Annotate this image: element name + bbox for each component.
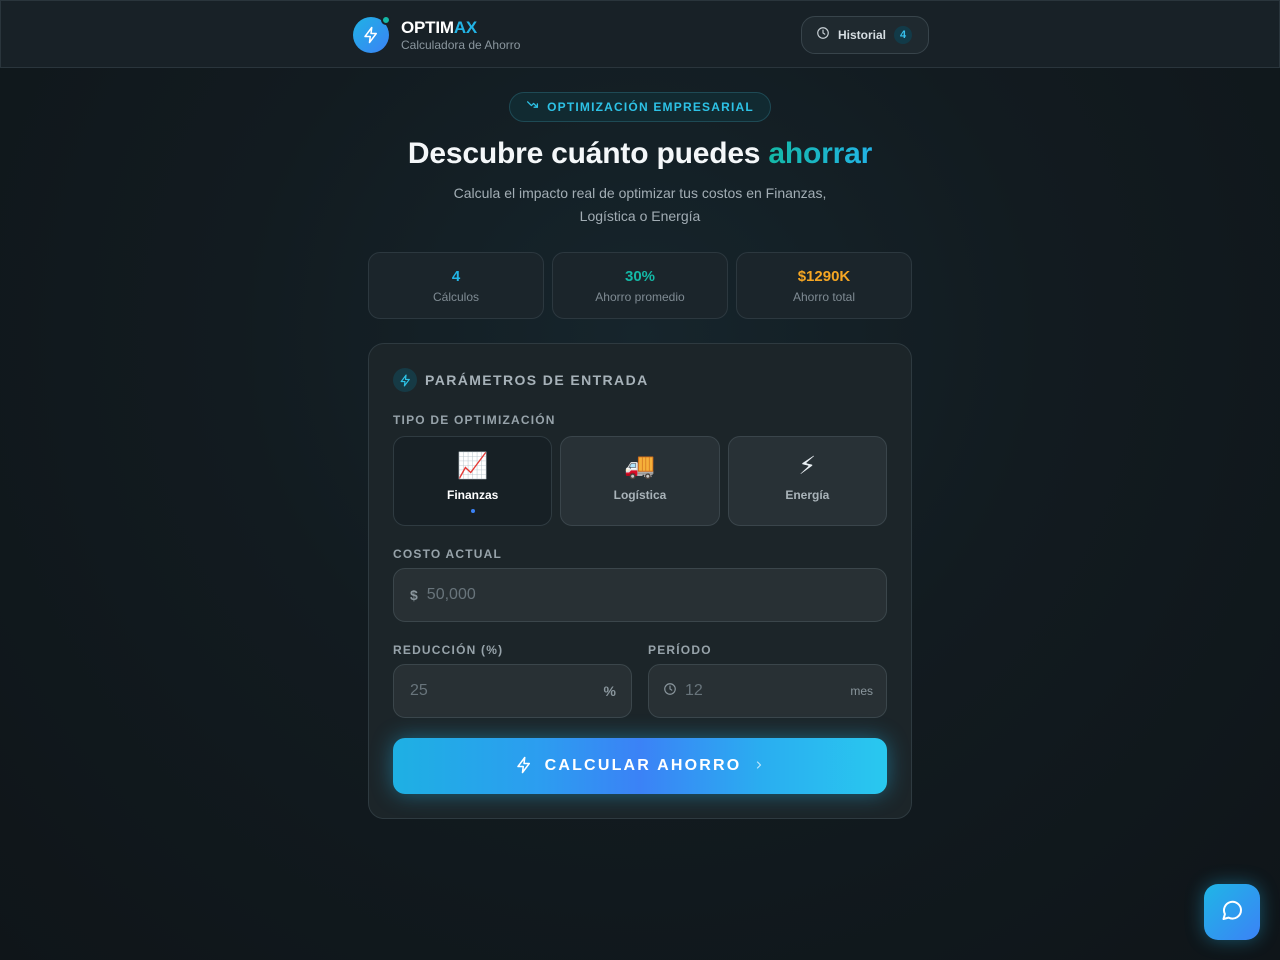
clock-icon (816, 26, 830, 45)
card-title: PARÁMETROS DE ENTRADA (425, 372, 649, 388)
status-dot (381, 15, 391, 25)
currency-prefix: $ (410, 587, 418, 603)
optimization-type-selector: 📈 Finanzas 🚚 Logística ⚡ Energía (393, 436, 887, 526)
brand-name-part1: OPTIM (401, 18, 454, 37)
calculate-savings-label: CALCULAR AHORRO (544, 757, 742, 774)
type-option-energia[interactable]: ⚡ Energía (727, 436, 887, 526)
brand-name-part2: AX (453, 18, 478, 37)
stat-value: 4 (451, 267, 461, 285)
current-cost-label: COSTO ACTUAL (393, 547, 503, 561)
reduction-field: % (393, 664, 632, 718)
stat-value: 30% (624, 267, 656, 285)
page-title: Descubre cuánto puedes ahorrar (0, 137, 1280, 171)
top-navbar: OPTIMAX Calculadora de Ahorro Historial … (0, 0, 1280, 68)
selected-indicator-dot (470, 509, 475, 513)
optimization-type-label: TIPO DE OPTIMIZACIÓN (393, 413, 556, 427)
lightning-bolt-logo-icon (353, 15, 391, 53)
chart-increasing-icon: 📈 (457, 451, 489, 480)
stat-card-average-savings: 30% Ahorro promedio (552, 252, 728, 319)
type-option-label: Logística (613, 488, 667, 502)
period-label: PERÍODO (648, 643, 712, 657)
type-option-label: Finanzas (446, 488, 499, 502)
trending-down-icon (526, 98, 539, 116)
stat-value: $1290K (797, 267, 851, 285)
brand-subtitle: Calculadora de Ahorro (401, 38, 521, 52)
current-cost-input[interactable] (426, 586, 847, 604)
page-subtitle: Calcula el impacto real de optimizar tus… (440, 182, 840, 228)
chat-bubble-icon (1220, 898, 1244, 927)
lightning-bolt-icon (515, 756, 533, 777)
brand[interactable]: OPTIMAX Calculadora de Ahorro (353, 15, 521, 53)
high-voltage-icon: ⚡ (798, 451, 817, 480)
delivery-truck-icon: 🚚 (624, 451, 656, 480)
brand-name: OPTIMAX (401, 18, 520, 38)
type-option-logistica[interactable]: 🚚 Logística (560, 436, 720, 526)
history-label: Historial (838, 28, 887, 42)
period-unit-suffix: mes (850, 684, 873, 698)
clock-icon (663, 682, 677, 701)
chat-button[interactable] (1204, 884, 1260, 940)
page-subtitle-line2: Logística o Energía (579, 208, 701, 224)
stats-row: 4 Cálculos 30% Ahorro promedio $1290K Ah… (368, 252, 912, 319)
reduction-label: REDUCCIÓN (%) (393, 643, 504, 657)
stat-card-total-savings: $1290K Ahorro total (736, 252, 912, 319)
category-badge-text: OPTIMIZACIÓN EMPRESARIAL (547, 100, 754, 114)
history-button[interactable]: Historial 4 (801, 16, 929, 54)
type-option-label: Energía (785, 488, 830, 502)
calculate-savings-button[interactable]: CALCULAR AHORRO (393, 738, 887, 794)
chevron-right-icon (753, 759, 765, 774)
page-subtitle-line1: Calcula el impacto real de optimizar tus… (453, 185, 827, 201)
stat-label: Ahorro promedio (595, 289, 685, 304)
period-input[interactable] (685, 682, 825, 700)
page-title-text: Descubre cuánto puedes (407, 137, 769, 170)
lightning-bolt-icon (393, 368, 417, 392)
stat-card-calculations: 4 Cálculos (368, 252, 544, 319)
card-header: PARÁMETROS DE ENTRADA (393, 368, 649, 392)
stat-label: Ahorro total (792, 289, 856, 304)
history-count-badge: 4 (894, 26, 913, 44)
reduction-input[interactable] (410, 682, 590, 700)
percent-suffix: % (603, 683, 616, 699)
stat-label: Cálculos (432, 289, 480, 304)
category-badge: OPTIMIZACIÓN EMPRESARIAL (509, 92, 771, 122)
type-option-finanzas[interactable]: 📈 Finanzas (393, 436, 553, 526)
period-field: mes (648, 664, 887, 718)
input-parameters-card: PARÁMETROS DE ENTRADA TIPO DE OPTIMIZACI… (368, 343, 912, 819)
current-cost-field: $ (393, 568, 887, 622)
page-title-highlight: ahorrar (768, 137, 873, 170)
